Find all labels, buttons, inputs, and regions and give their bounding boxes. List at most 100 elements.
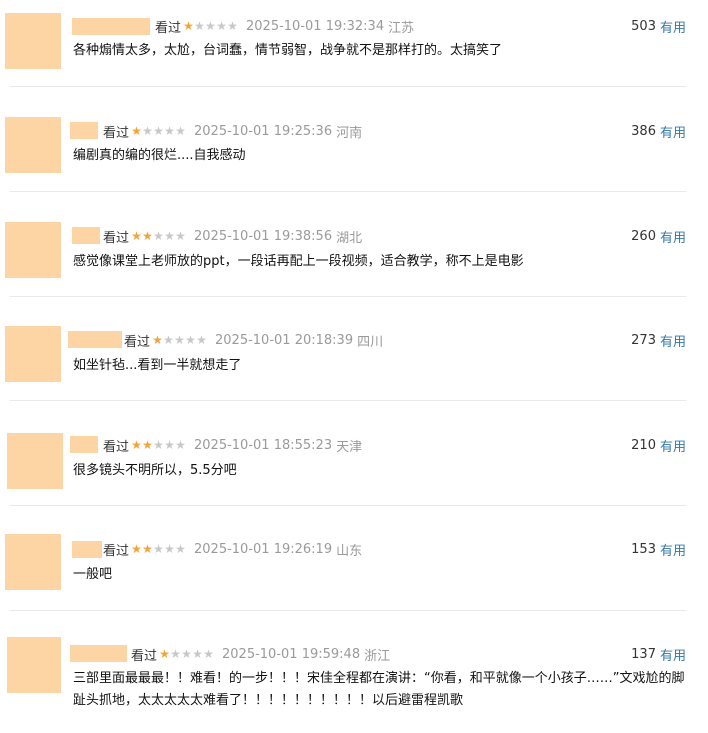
watched-status: 看过 — [103, 230, 130, 246]
rating-stars: ★ ★ ★ ★ ★ — [131, 230, 186, 242]
star-empty-icon: ★ — [170, 647, 181, 661]
useful-button[interactable]: 有用 — [660, 227, 686, 246]
vote-count: 137 — [631, 646, 656, 662]
useful-button[interactable]: 有用 — [660, 645, 686, 664]
comment-time: 2025-10-01 19:32:34 — [246, 18, 385, 34]
star-filled-icon: ★ — [131, 229, 142, 243]
comment-location: 江苏 — [388, 20, 415, 36]
star-empty-icon: ★ — [163, 333, 174, 347]
vote-count: 273 — [631, 332, 656, 348]
comment-meta: 看过 ★ ★ ★ ★ ★ 2025-10-01 19:59:48 浙江 — [131, 644, 390, 664]
divider — [10, 191, 686, 192]
avatar[interactable] — [5, 222, 61, 278]
comment-time: 2025-10-01 19:25:36 — [194, 123, 333, 139]
watched-status: 看过 — [103, 439, 130, 455]
rating-stars: ★ ★ ★ ★ ★ — [183, 20, 238, 32]
vote-area: 210 有用 — [631, 435, 686, 455]
comment-meta: 看过 ★ ★ ★ ★ ★ 2025-10-01 19:25:36 河南 — [103, 121, 362, 141]
divider — [10, 505, 686, 506]
star-empty-icon: ★ — [216, 19, 227, 33]
avatar[interactable] — [7, 433, 63, 489]
divider — [10, 400, 686, 401]
vote-count: 260 — [631, 228, 656, 244]
useful-button[interactable]: 有用 — [660, 331, 686, 350]
vote-area: 386 有用 — [631, 121, 686, 141]
comment-list: 看过 ★ ★ ★ ★ ★ 2025-10-01 19:32:34 江苏 503 有用 各… — [0, 0, 708, 733]
rating-stars: ★ ★ ★ ★ ★ — [131, 439, 186, 451]
star-empty-icon: ★ — [174, 333, 185, 347]
rating-stars: ★ ★ ★ ★ ★ — [152, 334, 207, 346]
vote-count: 503 — [631, 18, 656, 34]
comment-location: 天津 — [336, 439, 363, 455]
avatar[interactable] — [5, 534, 61, 590]
comment-location: 河南 — [336, 125, 363, 141]
useful-button[interactable]: 有用 — [660, 436, 686, 455]
vote-count: 386 — [631, 123, 656, 139]
comment-meta: 看过 ★ ★ ★ ★ ★ 2025-10-01 19:26:19 山东 — [103, 539, 362, 559]
star-empty-icon: ★ — [175, 229, 186, 243]
comment-text: 很多镜头不明所以，5.5分吧 — [73, 463, 237, 478]
vote-area: 137 有用 — [631, 644, 686, 664]
avatar[interactable] — [5, 117, 61, 173]
username[interactable] — [68, 331, 122, 348]
divider — [10, 610, 686, 611]
star-empty-icon: ★ — [194, 19, 205, 33]
star-filled-icon: ★ — [152, 333, 163, 347]
comment-time: 2025-10-01 20:18:39 — [215, 332, 354, 348]
comment-text: 感觉像课堂上老师放的ppt，一段话再配上一段视频，适合教学，称不上是电影 — [73, 254, 524, 269]
username[interactable] — [72, 227, 100, 244]
useful-button[interactable]: 有用 — [660, 540, 686, 559]
star-empty-icon: ★ — [164, 229, 175, 243]
star-filled-icon: ★ — [142, 229, 153, 243]
avatar[interactable] — [7, 637, 61, 693]
watched-status: 看过 — [124, 334, 151, 350]
comment-meta: 看过 ★ ★ ★ ★ ★ 2025-10-01 19:38:56 湖北 — [103, 226, 362, 246]
star-filled-icon: ★ — [183, 19, 194, 33]
username[interactable] — [72, 18, 150, 35]
vote-area: 153 有用 — [631, 539, 686, 559]
star-filled-icon: ★ — [131, 542, 142, 556]
rating-stars: ★ ★ ★ ★ ★ — [131, 543, 186, 555]
star-empty-icon: ★ — [181, 647, 192, 661]
vote-count: 210 — [631, 437, 656, 453]
comment-location: 湖北 — [336, 230, 363, 246]
star-empty-icon: ★ — [153, 229, 164, 243]
rating-stars: ★ ★ ★ ★ ★ — [131, 125, 186, 137]
comment-text: 三部里面最最最！！难看！的一步！！！宋佳全程都在演讲：“你看，和平就像一个小孩子… — [73, 671, 685, 708]
star-empty-icon: ★ — [192, 647, 203, 661]
star-empty-icon: ★ — [164, 438, 175, 452]
rating-stars: ★ ★ ★ ★ ★ — [159, 648, 214, 660]
star-filled-icon: ★ — [142, 542, 153, 556]
comment-meta: 看过 ★ ★ ★ ★ ★ 2025-10-01 18:55:23 天津 — [103, 435, 362, 455]
star-filled-icon: ★ — [159, 647, 170, 661]
username[interactable] — [70, 436, 98, 453]
comment-location: 四川 — [357, 334, 384, 350]
star-empty-icon: ★ — [205, 19, 216, 33]
star-empty-icon: ★ — [185, 333, 196, 347]
comment-text: 各种煽情太多，太尬，台词蠢，情节弱智，战争就不是那样打的。太搞笑了 — [73, 43, 503, 58]
avatar[interactable] — [5, 13, 61, 69]
star-empty-icon: ★ — [164, 542, 175, 556]
comment-time: 2025-10-01 19:26:19 — [194, 541, 333, 557]
star-filled-icon: ★ — [131, 438, 142, 452]
useful-button[interactable]: 有用 — [660, 17, 686, 36]
username[interactable] — [70, 645, 127, 662]
comment-meta: 看过 ★ ★ ★ ★ ★ 2025-10-01 20:18:39 四川 — [124, 330, 383, 350]
watched-status: 看过 — [155, 20, 182, 36]
comment-meta: 看过 ★ ★ ★ ★ ★ 2025-10-01 19:32:34 江苏 — [155, 16, 414, 36]
comment-location: 山东 — [336, 543, 363, 559]
vote-area: 273 有用 — [631, 330, 686, 350]
star-empty-icon: ★ — [153, 124, 164, 138]
comment-text: 一般吧 — [73, 567, 113, 582]
username[interactable] — [72, 541, 102, 558]
useful-button[interactable]: 有用 — [660, 122, 686, 141]
comment-time: 2025-10-01 18:55:23 — [194, 437, 333, 453]
star-empty-icon: ★ — [175, 542, 186, 556]
star-empty-icon: ★ — [175, 438, 186, 452]
star-empty-icon: ★ — [153, 542, 164, 556]
star-filled-icon: ★ — [142, 438, 153, 452]
comment-text: 如坐针毡...看到一半就想走了 — [73, 358, 242, 373]
username[interactable] — [70, 122, 98, 139]
avatar[interactable] — [5, 326, 61, 382]
vote-count: 153 — [631, 541, 656, 557]
